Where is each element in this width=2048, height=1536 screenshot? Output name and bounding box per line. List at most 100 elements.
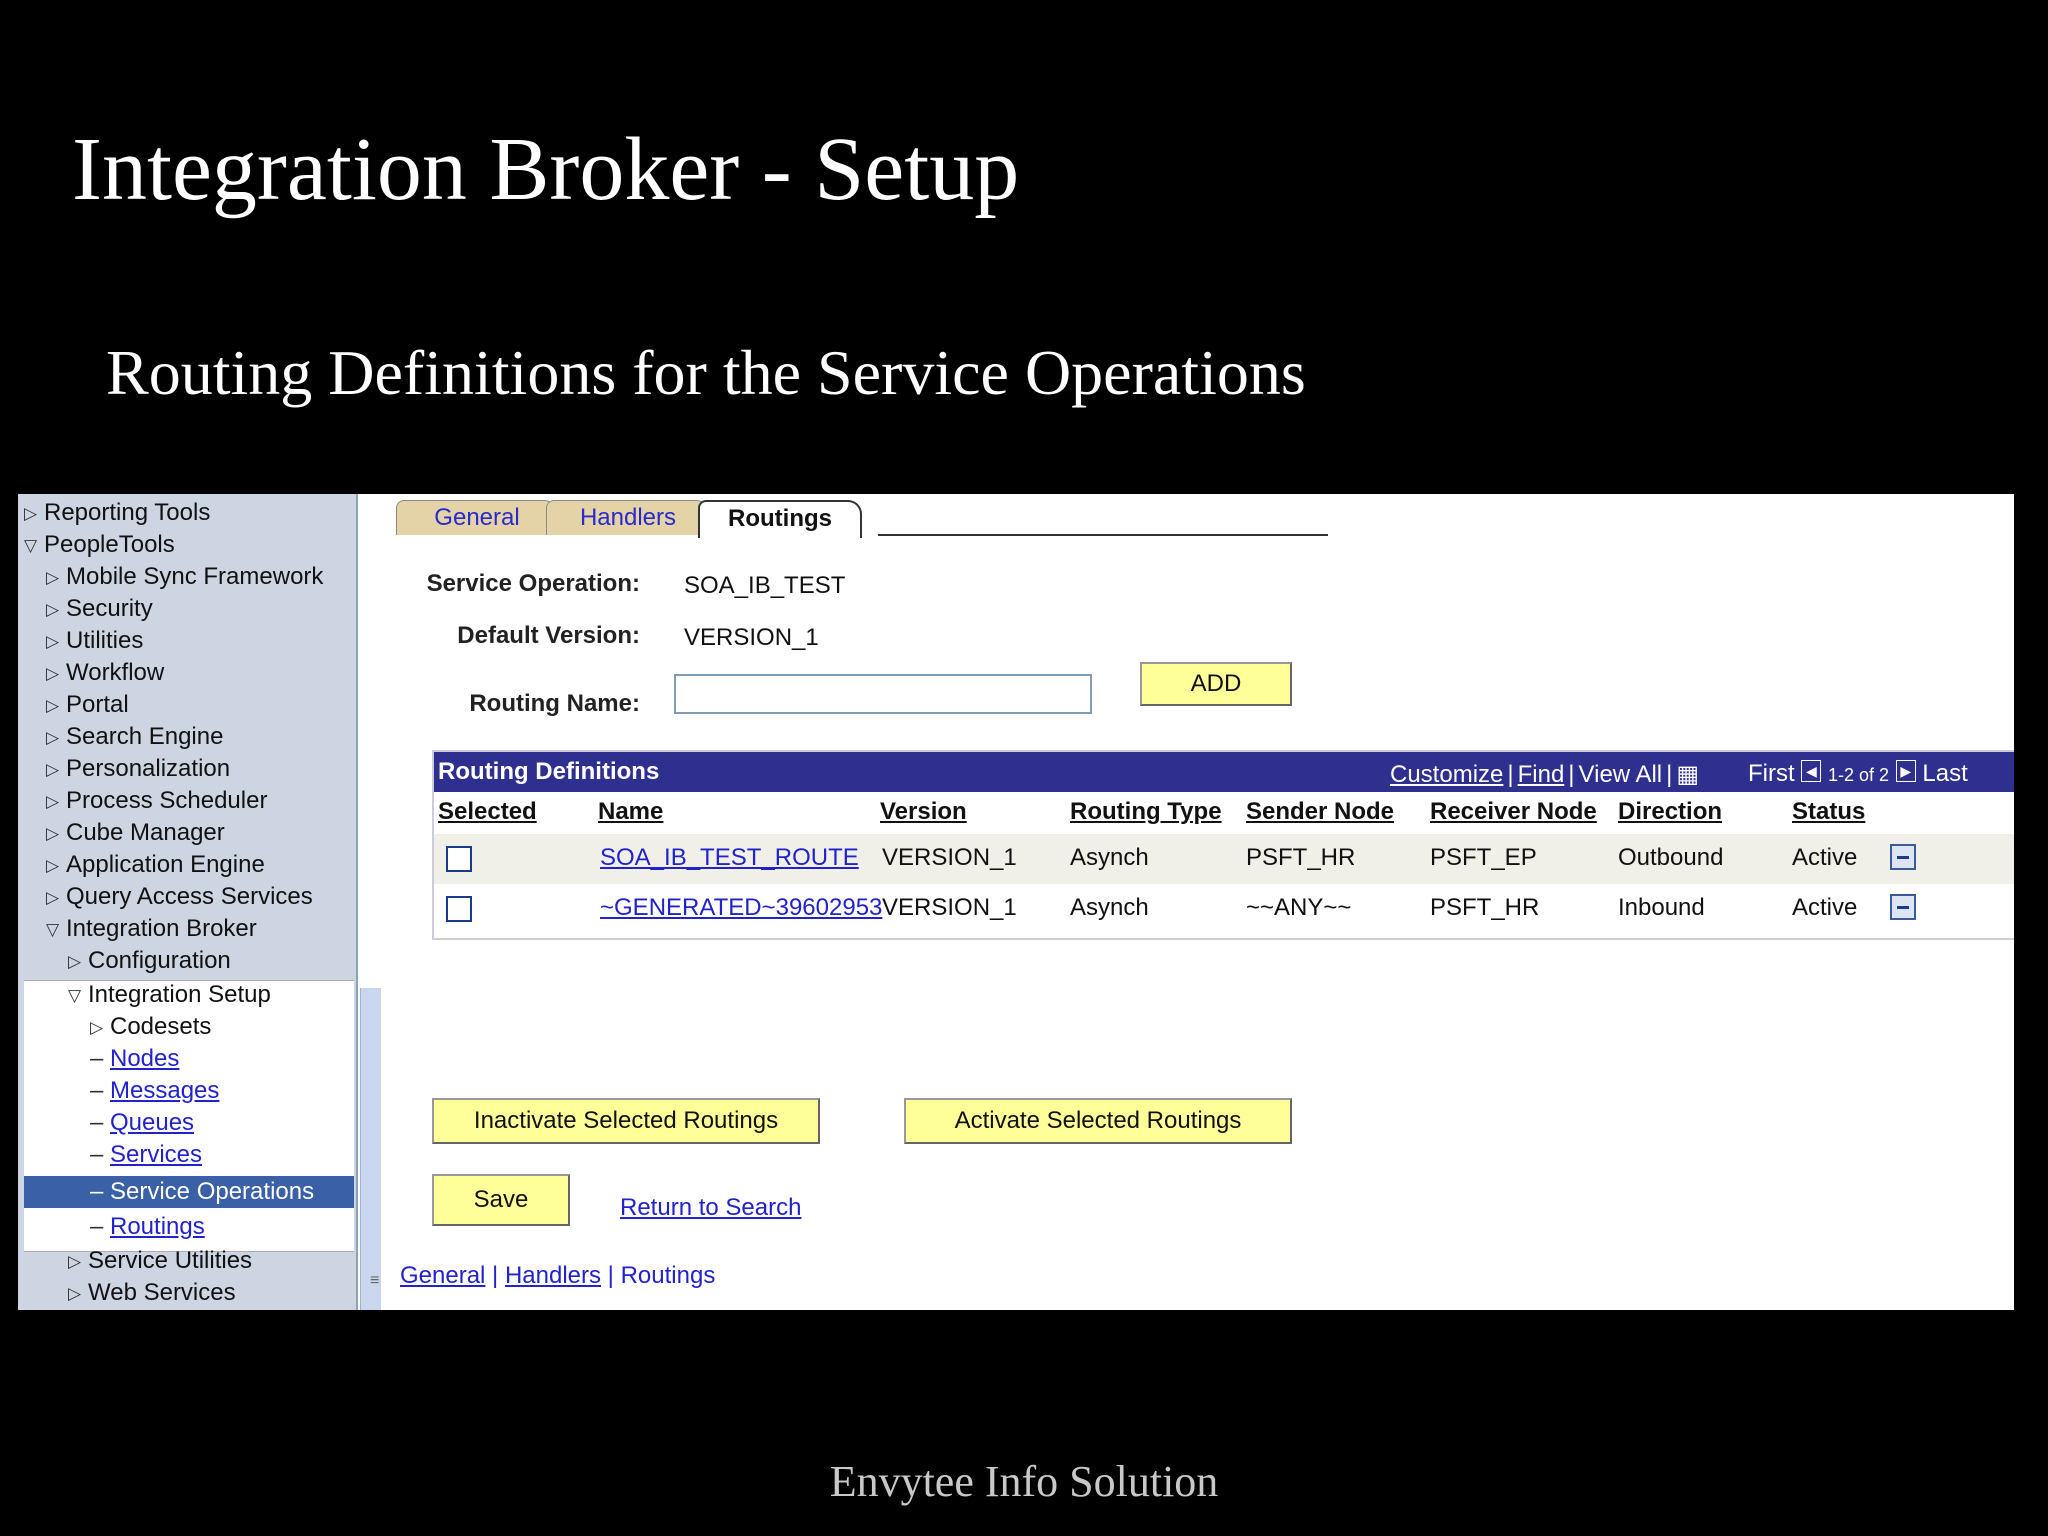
collapsed-triangle-icon: ▷ bbox=[46, 663, 60, 683]
collapsed-triangle-icon: ▷ bbox=[68, 1251, 82, 1271]
nav-item-cube-manager[interactable]: ▷ Cube Manager bbox=[46, 818, 225, 848]
collapsed-triangle-icon: ▷ bbox=[68, 951, 82, 971]
last-link[interactable]: Last bbox=[1922, 760, 1967, 787]
slide-subtitle: Routing Definitions for the Service Oper… bbox=[106, 337, 1306, 408]
nav-item-configuration[interactable]: ▷ Configuration bbox=[68, 946, 231, 976]
row-version: VERSION_1 bbox=[882, 894, 1017, 921]
routing-definitions-grid: Routing Definitions Customize | Find | View … bbox=[432, 750, 2014, 940]
delete-row-icon[interactable] bbox=[1890, 844, 1916, 870]
bottom-link-general[interactable]: General bbox=[400, 1262, 485, 1289]
row-status: Active bbox=[1792, 894, 1858, 921]
col-header-routing-type[interactable]: Routing Type bbox=[1070, 798, 1222, 826]
customize-link[interactable]: Customize bbox=[1390, 761, 1503, 788]
nav-item-reporting-tools[interactable]: ▷ Reporting Tools bbox=[24, 498, 210, 528]
row-version: VERSION_1 bbox=[882, 844, 1017, 871]
expanded-triangle-icon: ▽ bbox=[24, 535, 38, 555]
grid-header-bar: Routing Definitions Customize | Find | View … bbox=[434, 752, 2014, 792]
routing-name-link[interactable]: ~GENERATED~39602953 bbox=[600, 894, 882, 922]
row-receiver-node: PSFT_HR bbox=[1430, 894, 1540, 921]
view-all-link[interactable]: View All bbox=[1579, 761, 1663, 788]
tab-baseline bbox=[878, 534, 1328, 536]
nav-scrollbar[interactable] bbox=[360, 988, 381, 1310]
return-to-search-link[interactable]: Return to Search bbox=[620, 1194, 801, 1222]
find-link[interactable]: Find bbox=[1518, 761, 1565, 788]
default-version-label: Default Version: bbox=[457, 622, 640, 649]
row-select-checkbox[interactable] bbox=[446, 846, 472, 872]
nav-item-query-access[interactable]: ▷ Query Access Services bbox=[46, 882, 313, 912]
left-nav-menu: ▷ Reporting Tools ▽ PeopleTools ▷ Mobile Sy… bbox=[18, 494, 358, 1310]
inactivate-selected-routings-button[interactable]: Inactivate Selected Routings bbox=[432, 1098, 820, 1144]
row-sender-node: ~~ANY~~ bbox=[1246, 894, 1352, 921]
nav-item-application-engine[interactable]: ▷ Application Engine bbox=[46, 850, 265, 880]
col-header-name[interactable]: Name bbox=[598, 798, 663, 826]
grid-title: Routing Definitions bbox=[438, 758, 660, 785]
nav-item-messages[interactable]: – Messages bbox=[90, 1076, 219, 1106]
nav-item-queues[interactable]: – Queues bbox=[90, 1108, 194, 1138]
nav-item-web-services[interactable]: ▷ Web Services bbox=[68, 1278, 236, 1308]
tab-general[interactable]: General bbox=[396, 500, 558, 535]
routing-name-link[interactable]: SOA_IB_TEST_ROUTE bbox=[600, 844, 859, 872]
collapsed-triangle-icon: ▷ bbox=[24, 503, 38, 523]
col-header-selected[interactable]: Selected bbox=[438, 798, 537, 826]
collapsed-triangle-icon: ▷ bbox=[46, 855, 60, 875]
nav-item-service-utilities[interactable]: ▷ Service Utilities bbox=[68, 1246, 252, 1276]
nav-item-service-operations[interactable]: – Service Operations bbox=[90, 1177, 314, 1207]
collapsed-triangle-icon: ▷ bbox=[46, 631, 60, 651]
nav-item-peopletools[interactable]: ▽ PeopleTools bbox=[24, 530, 175, 560]
save-button[interactable]: Save bbox=[432, 1174, 570, 1226]
table-row: SOA_IB_TEST_ROUTE VERSION_1 Asynch PSFT_… bbox=[434, 834, 2014, 884]
bottom-link-routings: Routings bbox=[620, 1262, 716, 1289]
col-header-sender-node[interactable]: Sender Node bbox=[1246, 798, 1394, 826]
add-button[interactable]: ADD bbox=[1140, 662, 1292, 706]
routing-name-input[interactable] bbox=[674, 674, 1092, 714]
nav-item-services[interactable]: – Services bbox=[90, 1140, 202, 1170]
nav-item-security[interactable]: ▷ Security bbox=[46, 594, 153, 624]
nav-item-process-scheduler[interactable]: ▷ Process Scheduler bbox=[46, 786, 267, 816]
col-header-version[interactable]: Version bbox=[880, 798, 967, 826]
bottom-link-handlers[interactable]: Handlers bbox=[505, 1262, 601, 1289]
nav-item-personalization[interactable]: ▷ Personalization bbox=[46, 754, 230, 784]
collapsed-triangle-icon: ▷ bbox=[90, 1017, 104, 1037]
expanded-triangle-icon: ▽ bbox=[46, 919, 60, 939]
nav-item-portal[interactable]: ▷ Portal bbox=[46, 690, 129, 720]
prev-arrow-icon[interactable]: ◀ bbox=[1801, 760, 1822, 782]
nav-item-mobile-sync[interactable]: ▷ Mobile Sync Framework bbox=[46, 562, 323, 592]
bottom-page-links: General | Handlers | Routings bbox=[400, 1262, 716, 1289]
nav-item-codesets[interactable]: ▷ Codesets bbox=[90, 1012, 211, 1042]
default-version-value: VERSION_1 bbox=[684, 624, 819, 651]
nav-item-search-engine[interactable]: ▷ Search Engine bbox=[46, 722, 223, 752]
tab-handlers[interactable]: Handlers bbox=[546, 500, 710, 535]
row-receiver-node: PSFT_EP bbox=[1430, 844, 1537, 871]
collapsed-triangle-icon: ▷ bbox=[46, 599, 60, 619]
nav-item-workflow[interactable]: ▷ Workflow bbox=[46, 658, 164, 688]
row-routing-type: Asynch bbox=[1070, 894, 1149, 921]
slide-footer: Envytee Info Solution bbox=[829, 1457, 1219, 1506]
resize-grip-icon[interactable]: ≡ bbox=[370, 1272, 379, 1290]
nav-item-integration-broker[interactable]: ▽ Integration Broker bbox=[46, 914, 257, 944]
collapsed-triangle-icon: ▷ bbox=[68, 1283, 82, 1303]
row-select-checkbox[interactable] bbox=[446, 896, 472, 922]
tab-routings[interactable]: Routings bbox=[698, 500, 862, 538]
first-link[interactable]: First bbox=[1748, 760, 1795, 787]
row-direction: Outbound bbox=[1618, 844, 1724, 871]
nav-item-utilities[interactable]: ▷ Utilities bbox=[46, 626, 143, 656]
activate-selected-routings-button[interactable]: Activate Selected Routings bbox=[904, 1098, 1292, 1144]
collapsed-triangle-icon: ▷ bbox=[46, 695, 60, 715]
grid-download-icon[interactable]: ▦ bbox=[1676, 761, 1699, 788]
service-operation-label: Service Operation: bbox=[426, 570, 640, 597]
collapsed-triangle-icon: ▷ bbox=[46, 567, 60, 587]
grid-pagination: First ◀ 1-2 of 2 ▶ Last bbox=[1748, 760, 1968, 788]
next-arrow-icon[interactable]: ▶ bbox=[1895, 760, 1916, 782]
collapsed-triangle-icon: ▷ bbox=[46, 887, 60, 907]
delete-row-icon[interactable] bbox=[1890, 894, 1916, 920]
routing-name-label: Routing Name: bbox=[469, 690, 640, 717]
nav-item-routings[interactable]: – Routings bbox=[90, 1212, 205, 1242]
service-operation-value: SOA_IB_TEST bbox=[684, 572, 846, 599]
row-status: Active bbox=[1792, 844, 1858, 871]
col-header-direction[interactable]: Direction bbox=[1618, 798, 1722, 826]
col-header-receiver-node[interactable]: Receiver Node bbox=[1430, 798, 1597, 826]
col-header-status[interactable]: Status bbox=[1792, 798, 1865, 826]
nav-item-integration-setup[interactable]: ▽ Integration Setup bbox=[68, 980, 271, 1010]
collapsed-triangle-icon: ▷ bbox=[46, 791, 60, 811]
nav-item-nodes[interactable]: – Nodes bbox=[90, 1044, 179, 1074]
